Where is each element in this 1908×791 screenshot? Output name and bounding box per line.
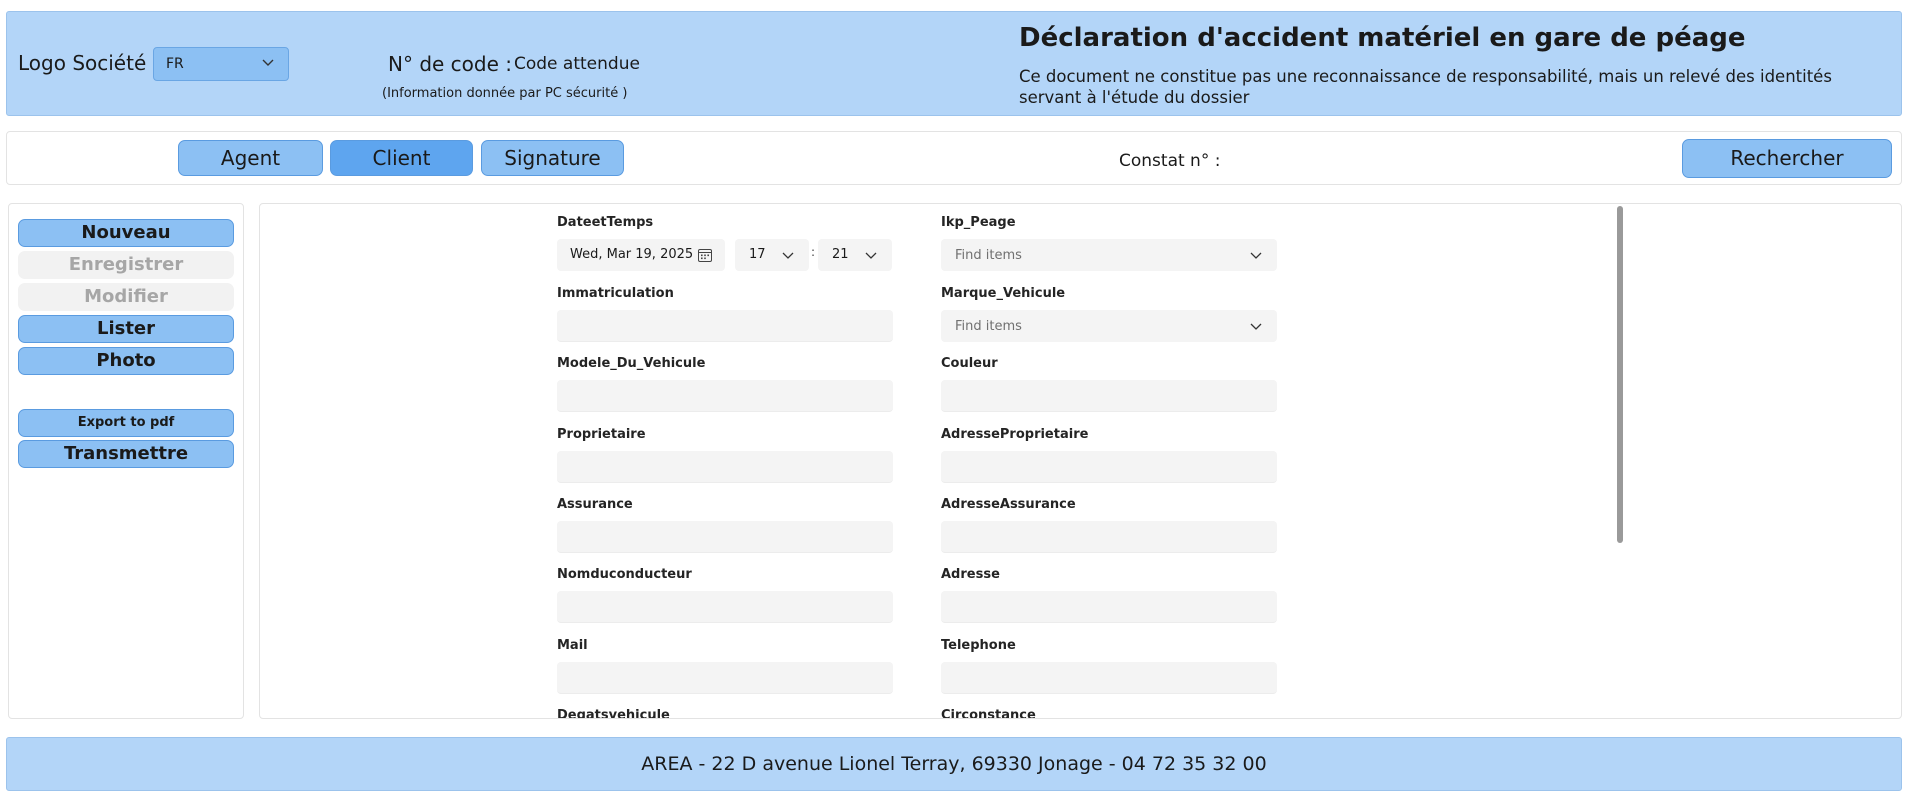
modele-label: Modele_Du_Vehicule (557, 356, 706, 371)
adresse-proprietaire-label: AdresseProprietaire (941, 427, 1089, 442)
footer-address: AREA - 22 D avenue Lionel Terray, 69330 … (641, 753, 1267, 775)
degats-label: Degatsvehicule (557, 708, 670, 718)
telephone-input[interactable] (941, 662, 1277, 694)
date-picker[interactable]: Wed, Mar 19, 2025 (557, 239, 725, 271)
constat-label: Constat n° : (1119, 151, 1221, 171)
search-button[interactable]: Rechercher (1682, 139, 1892, 178)
marque-placeholder: Find items (955, 319, 1022, 334)
peage-combobox[interactable]: Find items (941, 239, 1277, 271)
adresse-label: Adresse (941, 567, 1000, 582)
assurance-input[interactable] (557, 521, 893, 553)
tab-agent[interactable]: Agent (178, 140, 323, 176)
tab-signature[interactable]: Signature (481, 140, 624, 176)
modele-input[interactable] (557, 380, 893, 412)
telephone-label: Telephone (941, 638, 1016, 653)
circonstance-clip: Circonstance (941, 708, 1321, 718)
export-pdf-button[interactable]: Export to pdf (18, 409, 234, 437)
chevron-down-icon (262, 59, 274, 66)
calendar-icon (698, 249, 712, 262)
chevron-down-icon (782, 252, 794, 259)
degats-clip: Degatsvehicule (557, 708, 937, 718)
marque-label: Marque_Vehicule (941, 286, 1066, 301)
nom-conducteur-label: Nomduconducteur (557, 567, 692, 582)
mail-input[interactable] (557, 662, 893, 694)
marque-combobox[interactable]: Find items (941, 310, 1277, 342)
tab-client[interactable]: Client (330, 140, 473, 176)
page-title: Déclaration d'accident matériel en gare … (1019, 23, 1746, 53)
photo-button[interactable]: Photo (18, 347, 234, 375)
couleur-input[interactable] (941, 380, 1277, 412)
mail-label: Mail (557, 638, 588, 653)
adresse-assurance-label: AdresseAssurance (941, 497, 1076, 512)
immatriculation-label: Immatriculation (557, 286, 674, 301)
adresse-assurance-input[interactable] (941, 521, 1277, 553)
immatriculation-input[interactable] (557, 310, 893, 342)
transmit-button[interactable]: Transmettre (18, 440, 234, 468)
minute-select[interactable]: 21 (818, 239, 892, 271)
peage-placeholder: Find items (955, 248, 1022, 263)
code-info: (Information donnée par PC sécurité ) (382, 86, 628, 101)
date-value: Wed, Mar 19, 2025 (570, 247, 694, 262)
language-select[interactable]: FR (153, 47, 289, 81)
couleur-label: Couleur (941, 356, 998, 371)
page-description: Ce document ne constitue pas une reconna… (1019, 67, 1832, 107)
code-value: Code attendue (514, 54, 640, 74)
adresse-proprietaire-input[interactable] (941, 451, 1277, 483)
minute-value: 21 (832, 247, 849, 262)
language-select-value: FR (166, 56, 184, 72)
new-button[interactable]: Nouveau (18, 219, 234, 247)
form-scrollbar[interactable] (1617, 206, 1623, 543)
nom-conducteur-input[interactable] (557, 591, 893, 623)
list-button[interactable]: Lister (18, 315, 234, 343)
adresse-input[interactable] (941, 591, 1277, 623)
chevron-down-icon (1250, 323, 1262, 330)
proprietaire-input[interactable] (557, 451, 893, 483)
chevron-down-icon (865, 252, 877, 259)
assurance-label: Assurance (557, 497, 633, 512)
save-button[interactable]: Enregistrer (18, 251, 234, 279)
hour-value: 17 (749, 247, 766, 262)
time-separator: : (811, 245, 816, 259)
datetime-label: DateetTemps (557, 215, 654, 230)
proprietaire-label: Proprietaire (557, 427, 646, 442)
peage-label: Ikp_Peage (941, 215, 1016, 230)
hour-select[interactable]: 17 (735, 239, 809, 271)
code-label: N° de code : (388, 52, 513, 76)
circonstance-label: Circonstance (941, 708, 1036, 718)
edit-button[interactable]: Modifier (18, 283, 234, 311)
company-logo: Logo Société (18, 51, 147, 75)
chevron-down-icon (1250, 252, 1262, 259)
